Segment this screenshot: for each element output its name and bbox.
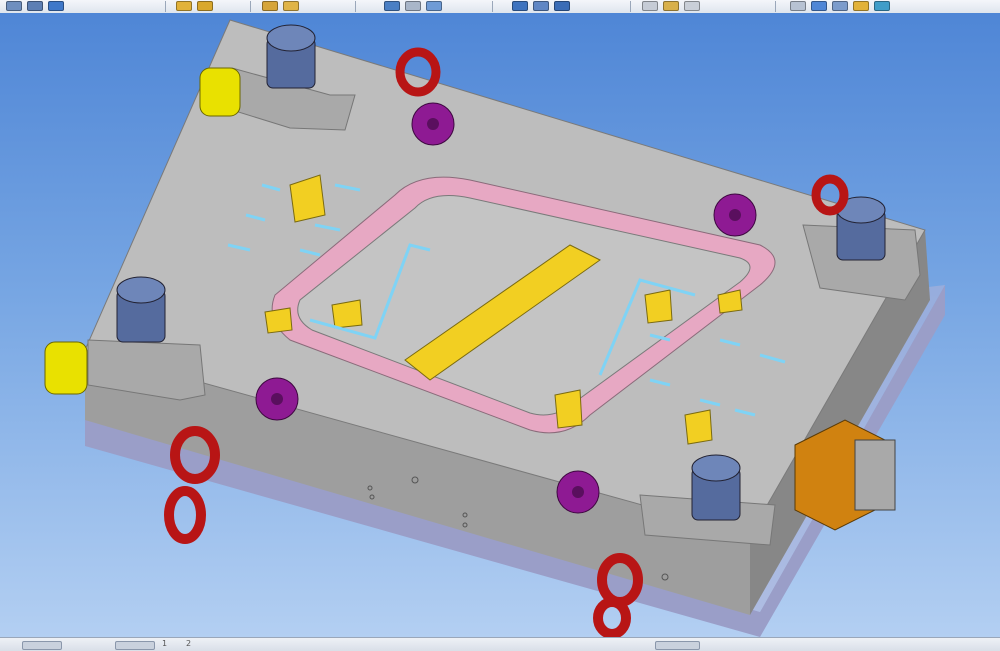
status-button[interactable] — [22, 641, 62, 650]
mold-assembly-drawing — [44, 19, 945, 637]
toolbar-separator — [250, 1, 251, 12]
table-icon[interactable] — [811, 1, 827, 11]
toolbar-separator — [492, 1, 493, 12]
move-icon[interactable] — [48, 1, 64, 11]
cursor-icon[interactable] — [790, 1, 806, 11]
screw-head — [713, 193, 757, 237]
grid-icon[interactable] — [642, 1, 658, 11]
toolbar-separator — [355, 1, 356, 12]
axis-icon[interactable] — [27, 1, 43, 11]
insert-block — [644, 289, 673, 324]
open-assembly-icon[interactable] — [283, 1, 299, 11]
status-bar: 1 2 — [0, 637, 1000, 651]
insert-block — [264, 307, 293, 334]
part-icon[interactable] — [384, 1, 400, 11]
folder-icon[interactable] — [197, 1, 213, 11]
rotate-icon[interactable] — [684, 1, 700, 11]
window-split-icon[interactable] — [533, 1, 549, 11]
page-number-right: 2 — [186, 639, 192, 648]
folder-open-icon[interactable] — [176, 1, 192, 11]
toolbar-separator — [775, 1, 776, 12]
3d-viewport[interactable] — [0, 13, 1000, 637]
status-button[interactable] — [655, 641, 700, 650]
toolbar-separator — [630, 1, 631, 12]
guide-bushing — [116, 276, 166, 343]
insert-block — [684, 409, 713, 445]
window-icon[interactable] — [512, 1, 528, 11]
side-cylinder — [199, 67, 241, 117]
guide-bushing — [691, 454, 741, 521]
screw-head — [255, 377, 299, 421]
insert-block — [331, 299, 363, 329]
toolbar-separator — [165, 1, 166, 12]
link-icon[interactable] — [832, 1, 848, 11]
view-icon[interactable] — [426, 1, 442, 11]
folder-yellow-icon[interactable] — [853, 1, 869, 11]
screw-head — [556, 470, 600, 514]
screw-head — [411, 102, 455, 146]
assembly-icon[interactable] — [262, 1, 278, 11]
export-icon[interactable] — [874, 1, 890, 11]
window-close-icon[interactable] — [554, 1, 570, 11]
pointer-icon[interactable] — [6, 1, 22, 11]
side-cylinder — [44, 341, 88, 395]
status-button[interactable] — [115, 641, 155, 650]
main-toolbar — [0, 0, 1000, 14]
insert-block — [554, 389, 583, 429]
zoom-icon[interactable] — [663, 1, 679, 11]
page-number-left: 1 — [162, 639, 168, 648]
guide-bushing — [266, 24, 316, 89]
sheet-icon[interactable] — [405, 1, 421, 11]
